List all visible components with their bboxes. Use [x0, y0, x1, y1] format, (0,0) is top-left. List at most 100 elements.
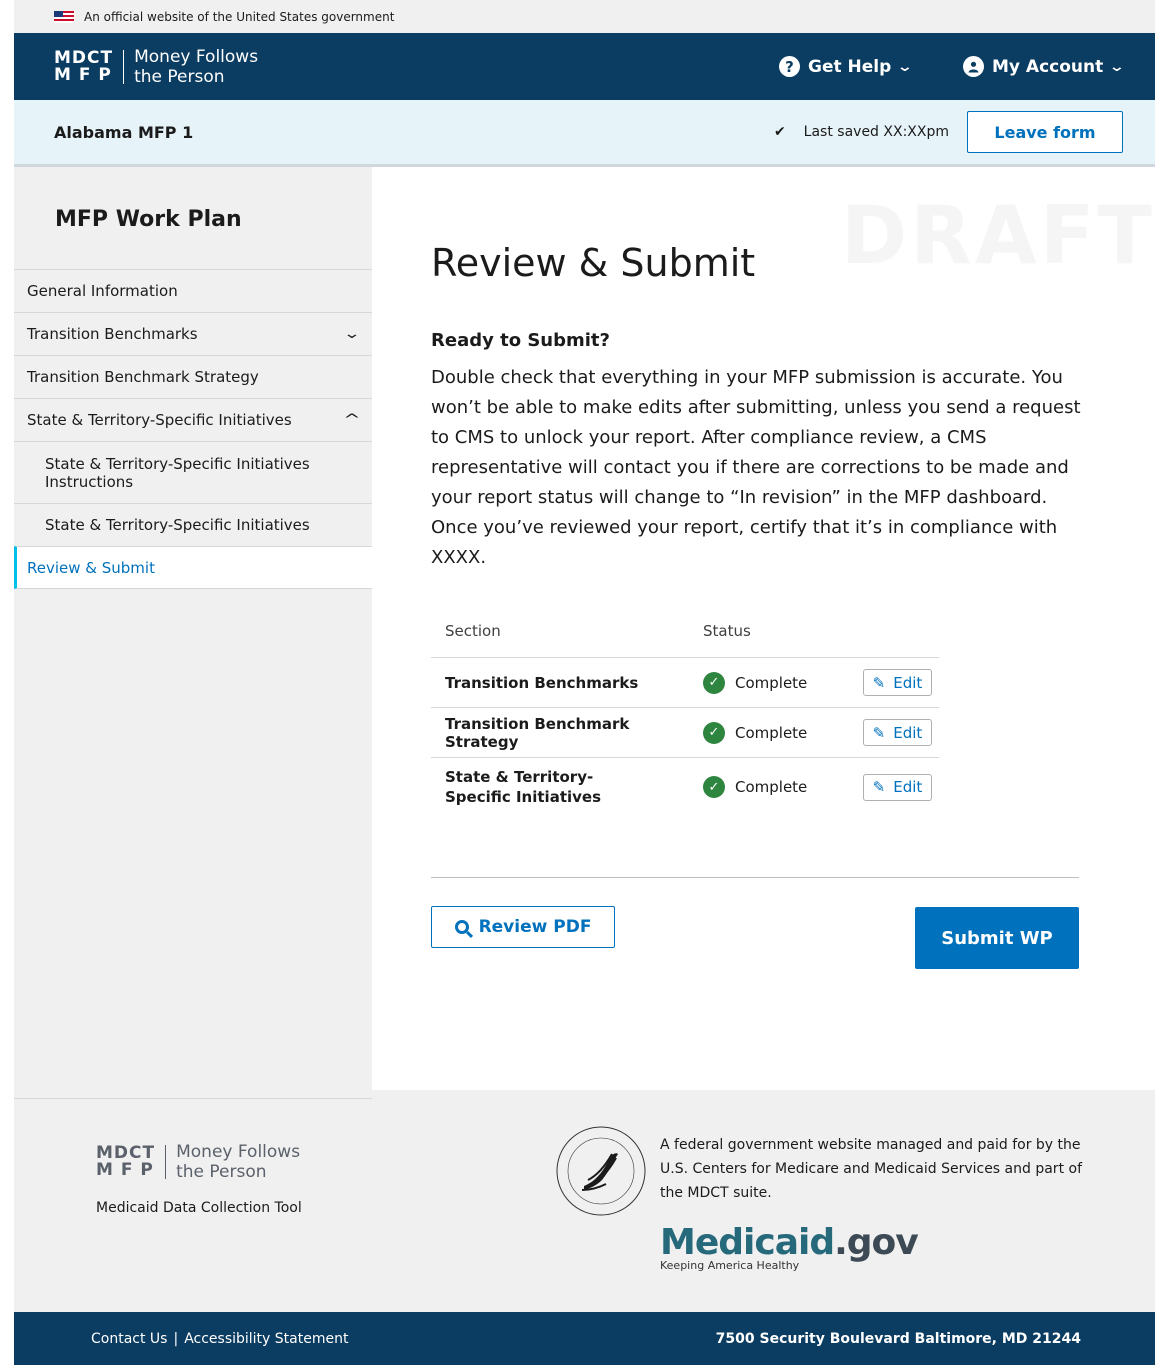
gov-banner: An official website of the United States… [14, 0, 1155, 33]
header-status: Status [703, 622, 751, 640]
footer-divider [14, 1098, 372, 1099]
site-header: MDCT M F P Money Follows the Person ? Ge… [14, 33, 1155, 100]
search-icon [454, 920, 469, 934]
submit-wp-button[interactable]: Submit WP [915, 907, 1079, 969]
sidebar-item-transition-benchmarks[interactable]: Transition Benchmarks ⌄ [14, 312, 372, 355]
chevron-down-icon[interactable]: ⌄ [343, 326, 361, 342]
my-account-menu[interactable]: My Account ⌄ [963, 56, 1126, 77]
row-edit-cell: ✎ Edit [863, 773, 939, 801]
main-content: DRAFT Review & Submit Ready to Submit? D… [372, 167, 1155, 1090]
chevron-down-icon: ⌄ [896, 58, 914, 75]
table-row: Transition Benchmarks ✓ Complete ✎ Edit [431, 658, 939, 708]
page: An official website of the United States… [14, 0, 1155, 1365]
check-circle-icon: ✓ [703, 776, 725, 798]
address: 7500 Security Boulevard Baltimore, MD 21… [715, 1330, 1081, 1347]
sidebar-item-general-information[interactable]: General Information [14, 269, 372, 312]
sidebar-title: MFP Work Plan [55, 207, 242, 232]
sidebar-item-label: Review & Submit [27, 558, 155, 577]
edit-button[interactable]: ✎ Edit [863, 773, 932, 801]
logo-text: Money Follows the Person [124, 47, 258, 87]
contact-us-link[interactable]: Contact Us [91, 1331, 167, 1347]
sidebar: MFP Work Plan General Information Transi… [14, 167, 372, 1090]
footer-description: A federal government website managed and… [660, 1137, 1082, 1201]
footer-links: Contact Us | Accessibility Statement [91, 1331, 348, 1347]
question-circle-icon: ? [778, 56, 800, 77]
medicaid-wordmark: Medicaid.gov [660, 1222, 919, 1263]
row-status: ✓ Complete [703, 776, 863, 798]
my-account-label: My Account [992, 56, 1104, 77]
review-pdf-label: Review PDF [478, 917, 592, 937]
chevron-up-icon[interactable]: ^ [343, 412, 361, 428]
report-name: Alabama MFP 1 [54, 122, 194, 142]
accessibility-statement-link[interactable]: Accessibility Statement [184, 1331, 348, 1347]
draft-watermark: DRAFT [840, 189, 1155, 282]
leave-form-button[interactable]: Leave form [967, 111, 1123, 153]
get-help-label: Get Help [807, 56, 892, 77]
edit-button[interactable]: ✎ Edit [863, 669, 932, 696]
footer-bottom-bar: Contact Us | Accessibility Statement 750… [14, 1312, 1155, 1365]
report-subheader: Alabama MFP 1 ✔ Last saved XX:XXpm Leave… [14, 100, 1155, 167]
pencil-icon: ✎ [872, 778, 886, 796]
header-actions: ? Get Help ⌄ My Account ⌄ [778, 56, 1126, 77]
subheader-actions: ✔ Last saved XX:XXpm Leave form [774, 111, 1123, 153]
footer: MDCT M F P Money Follows the Person Medi… [14, 1090, 1155, 1312]
edit-label: Edit [893, 723, 923, 742]
row-edit-cell: ✎ Edit [863, 669, 939, 696]
pencil-icon: ✎ [872, 673, 886, 692]
ready-title: Ready to Submit? [431, 330, 610, 351]
footer-mdct-mfp-logo: MDCT M F P Money Follows the Person [96, 1142, 300, 1182]
sidebar-item-initiatives-instructions[interactable]: State & Territory-Specific Initiatives I… [14, 441, 372, 503]
table-row: Transition Benchmark Strategy ✓ Complete… [431, 708, 939, 758]
row-status: ✓ Complete [703, 721, 863, 744]
logo-mark: MDCT M F P [96, 1145, 167, 1180]
logo-text-bottom: the Person [134, 66, 225, 87]
intro-text: Double check that everything in your MFP… [431, 367, 1081, 568]
checkmark-icon: ✔ [773, 124, 786, 140]
sidebar-item-review-submit[interactable]: Review & Submit [14, 546, 372, 589]
row-section: Transition Benchmarks [445, 673, 639, 692]
header-section: Section [445, 622, 501, 640]
logo-mark-top: MDCT [54, 47, 114, 68]
mdct-mfp-logo[interactable]: MDCT M F P Money Follows the Person [54, 47, 258, 87]
logo-text-top: Money Follows [176, 1142, 301, 1162]
sidebar-item-initiatives[interactable]: State & Territory-Specific Initiatives [14, 503, 372, 546]
check-circle-icon: ✓ [703, 721, 725, 744]
left-gutter [0, 0, 14, 1365]
status-text: Complete [735, 778, 808, 796]
review-pdf-button[interactable]: Review PDF [431, 906, 615, 948]
last-saved-text: Last saved XX:XXpm [803, 124, 949, 140]
status-text: Complete [735, 673, 808, 692]
edit-label: Edit [893, 673, 923, 692]
us-flag-icon [54, 10, 74, 23]
chevron-down-icon: ⌄ [1108, 58, 1126, 75]
logo-mark: MDCT M F P [54, 47, 125, 85]
sidebar-item-label: Transition Benchmark Strategy [27, 368, 259, 386]
page-title: Review & Submit [431, 241, 756, 285]
hhs-seal-icon [556, 1126, 646, 1216]
status-text: Complete [735, 723, 808, 742]
logo-mark-bottom: M F P [96, 1160, 154, 1180]
divider [431, 877, 1079, 878]
footer-tool-name: Medicaid Data Collection Tool [96, 1200, 302, 1216]
table-row: State & Territory-Specific Initiatives ✓… [431, 758, 939, 816]
sidebar-item-label: Transition Benchmarks [27, 325, 198, 343]
get-help-menu[interactable]: ? Get Help ⌄ [778, 56, 914, 77]
row-section: Transition Benchmark Strategy [445, 714, 630, 751]
row-status: ✓ Complete [703, 671, 863, 694]
logo-text: Money Follows the Person [166, 1142, 300, 1182]
medicaid-gov-logo[interactable]: Medicaid.gov Keeping America Healthy [660, 1222, 919, 1273]
sidebar-item-label: State & Territory-Specific Initiatives [45, 516, 310, 534]
logo-mark-bottom: M F P [54, 64, 112, 85]
edit-button[interactable]: ✎ Edit [863, 719, 932, 746]
medicaid-suffix: .gov [834, 1222, 919, 1263]
user-circle-icon [963, 56, 985, 77]
sidebar-item-state-territory-initiatives[interactable]: State & Territory-Specific Initiatives ^ [14, 398, 372, 441]
status-table: Section Status Transition Benchmarks ✓ C… [431, 622, 939, 816]
logo-text-bottom: the Person [176, 1162, 267, 1182]
edit-label: Edit [893, 778, 923, 796]
sidebar-item-transition-benchmark-strategy[interactable]: Transition Benchmark Strategy [14, 355, 372, 398]
sidebar-item-label: General Information [27, 282, 178, 300]
gov-banner-text: An official website of the United States… [84, 9, 395, 24]
table-header: Section Status [431, 622, 939, 658]
link-separator: | [173, 1330, 179, 1347]
